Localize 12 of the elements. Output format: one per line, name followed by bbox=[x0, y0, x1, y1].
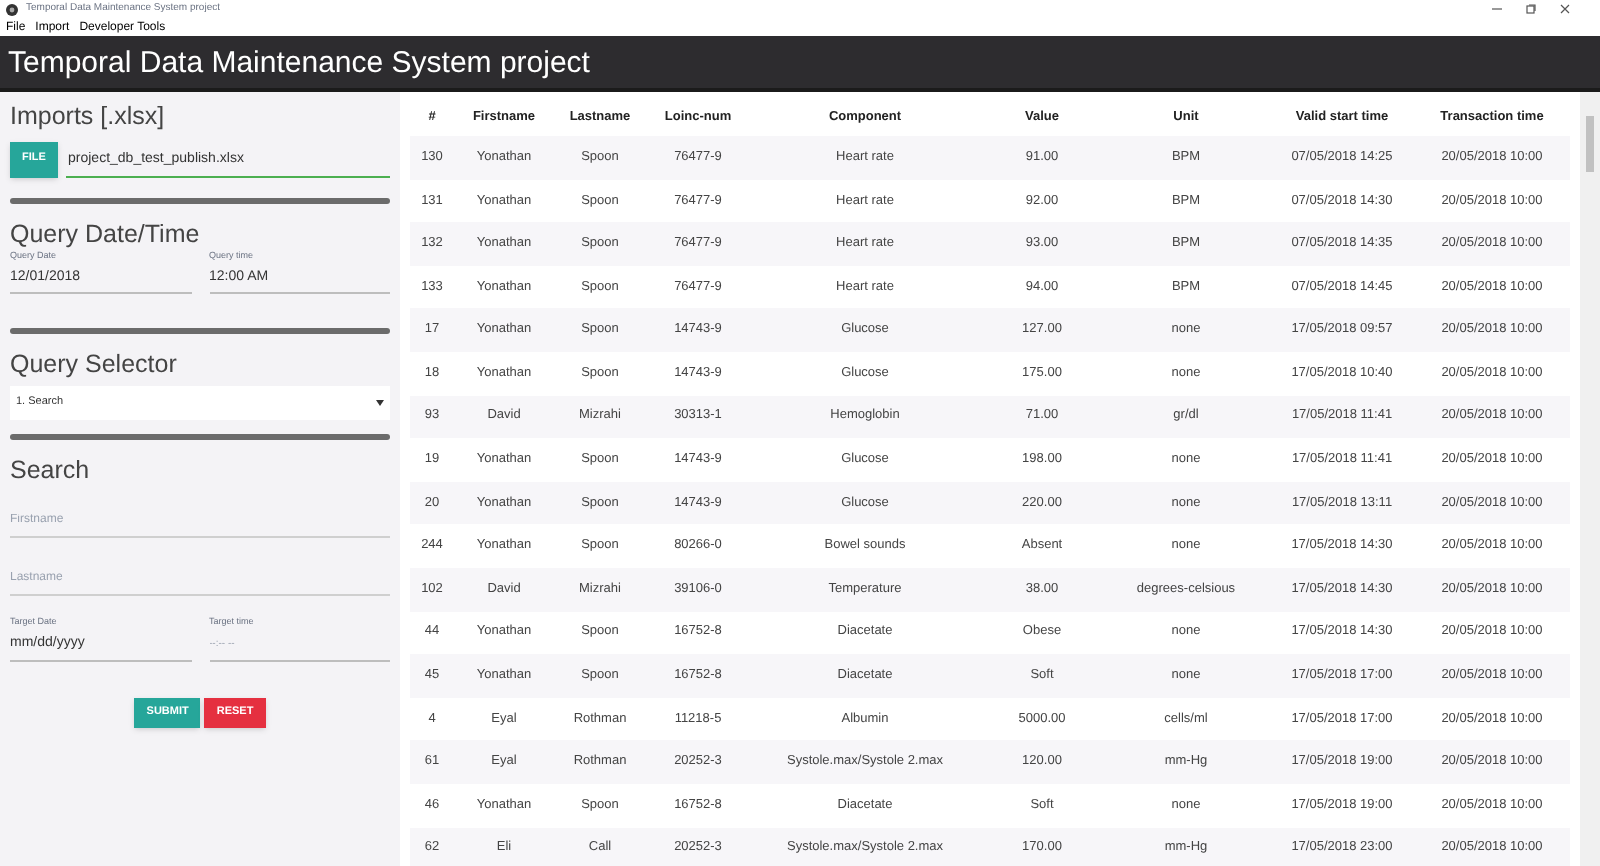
section-heading: Search bbox=[10, 458, 92, 483]
close-icon[interactable] bbox=[1560, 4, 1570, 14]
scrollbar[interactable] bbox=[1580, 92, 1600, 866]
section-heading: Query Selector bbox=[10, 351, 179, 376]
scrollbar-thumb[interactable] bbox=[1586, 116, 1594, 172]
maximize-icon[interactable] bbox=[1526, 4, 1536, 14]
app-icon bbox=[6, 3, 18, 15]
section-heading: Imports [.xlsx] bbox=[10, 104, 167, 129]
app-title: Temporal Data Maintenance System project bbox=[8, 47, 590, 77]
section-heading: Query Date/Time bbox=[10, 221, 202, 246]
caret-icon bbox=[376, 400, 384, 406]
minimize-icon[interactable] bbox=[1492, 4, 1502, 14]
